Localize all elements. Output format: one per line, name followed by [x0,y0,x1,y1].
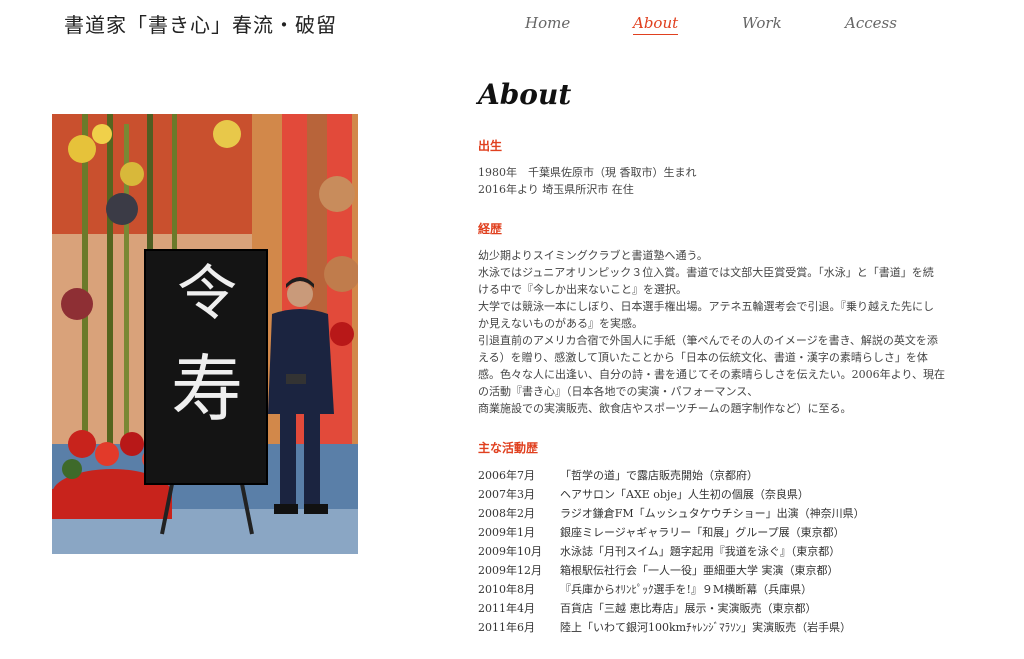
history-text: 銀座ミレージャギャラリー「和展」グループ展（東京都） [560,526,845,539]
history-text: 百貨店「三越 恵比寿店」展示・実演販売（東京都） [560,602,817,615]
history-date: 2010年8月 [478,583,535,596]
history-text: ラジオ鎌倉FM「ムッシュタケウチショー」出演（神奈川県） [560,507,865,520]
history-row: 2011年4月 百貨店「三越 恵比寿店」展示・実演販売（東京都） [478,599,960,618]
nav-home[interactable]: Home [525,14,570,32]
career-line: 感。色々な人に出逢い、自分の詩・書を通じてその素晴らしさを伝えたい。2006年よ… [478,368,946,381]
career-line: 幼少期よりスイミングクラブと書道塾へ通う。 [478,249,708,262]
history-date: 2006年7月 [478,469,535,482]
birth-line: 1980年 千葉県佐原市（現 香取市）生まれ [478,166,697,179]
birth-section: 出生 1980年 千葉県佐原市（現 香取市）生まれ 2016年より 埼玉県所沢市… [478,137,960,198]
history-text: 陸上「いわて銀河100kmﾁｬﾚﾝｼﾞﾏﾗｿﾝ」実演販売（岩手県） [560,621,852,634]
history-row: 2007年3月 ヘアサロン「AXE obje」人生初の個展（奈良県） [478,485,960,504]
history-text: 水泳誌「月刊スイム」題字起用『我道を泳ぐ』（東京都） [560,545,841,558]
history-row: 2009年10月 水泳誌「月刊スイム」題字起用『我道を泳ぐ』（東京都） [478,542,960,561]
site-title[interactable]: 書道家「書き心」春流・破留 [64,9,337,38]
activities-heading: 主な活動歴 [478,441,539,455]
history-text: 箱根駅伝社行会「一人一役」亜細亜大学 実演（東京都） [560,564,839,577]
history-date: 2008年2月 [478,507,535,520]
career-line: の活動『書き心』（日本各地での実演・パフォーマンス、 [478,385,759,398]
history-date: 2011年6月 [478,621,535,634]
career-line: 水泳ではジュニアオリンピック３位入賞。書道では文部大臣賞受賞。「水泳」と「書道」… [478,266,934,279]
history-date: 2009年10月 [478,545,542,558]
history-date: 2007年3月 [478,488,535,501]
history-date: 2009年1月 [478,526,535,539]
about-content: About 出生 1980年 千葉県佐原市（現 香取市）生まれ 2016年より … [478,78,960,659]
main-nav: Home About Work Access [500,14,920,38]
page-title: About [478,78,572,111]
career-heading: 経歴 [478,222,503,236]
history-row: 2008年2月 ラジオ鎌倉FM「ムッシュタケウチショー」出演（神奈川県） [478,504,960,523]
birth-line: 2016年より 埼玉県所沢市 在住 [478,183,634,196]
birth-heading: 出生 [478,139,503,153]
career-section: 経歴 幼少期よりスイミングクラブと書道塾へ通う。 水泳ではジュニアオリンピック３… [478,220,960,417]
nav-work[interactable]: Work [742,14,782,32]
history-row: 2009年1月 銀座ミレージャギャラリー「和展」グループ展（東京都） [478,523,960,542]
history-row: 2011年6月 陸上「いわて銀河100kmﾁｬﾚﾝｼﾞﾏﾗｿﾝ」実演販売（岩手県… [478,618,960,637]
history-date: 2009年12月 [478,564,542,577]
career-line: 引退直前のアメリカ合宿で外国人に手紙（筆ぺんでその人のイメージを書き、解説の英文… [478,334,938,347]
career-line: か見えないものがある』を実感。 [478,317,643,330]
activities-section: 主な活動歴 2006年7月 「哲学の道」で露店販売開始（京都府） 2007年3月… [478,439,960,637]
history-row: 2010年8月 『兵庫からｵﾘﾝﾋﾟｯｸ選手を!』９M横断幕（兵庫県） [478,580,960,599]
profile-photo-illustration: 令 寿 [52,114,358,554]
history-row: 2006年7月 「哲学の道」で露店販売開始（京都府） [478,466,960,485]
calligraphy-text-2: 寿 [171,347,243,431]
history-text: 『兵庫からｵﾘﾝﾋﾟｯｸ選手を!』９M横断幕（兵庫県） [560,583,813,596]
history-text: ヘアサロン「AXE obje」人生初の個展（奈良県） [560,488,809,501]
career-line: 大学では競泳一本にしぼり、日本選手権出場。アテネ五輪選考会で引退。『乗り越えた先… [478,300,935,313]
history-date: 2011年4月 [478,602,535,615]
career-line: える）を贈り、感激して頂いたことから「日本の伝統文化、書道・漢字の素晴らしさ」を… [478,351,928,364]
nav-access[interactable]: Access [845,14,897,32]
history-row: 2009年12月 箱根駅伝社行会「一人一役」亜細亜大学 実演（東京都） [478,561,960,580]
career-line: ける中で『今しか出来ないこと』を選択。 [478,283,687,296]
profile-photo: 令 寿 [52,114,358,554]
calligraphy-text-1: 令 [177,259,237,329]
nav-about[interactable]: About [633,14,679,35]
career-line: 商業施設での実演販売、飲食店やスポーツチームの題字制作など）に至る。 [478,402,852,415]
history-text: 「哲学の道」で露店販売開始（京都府） [560,469,758,482]
